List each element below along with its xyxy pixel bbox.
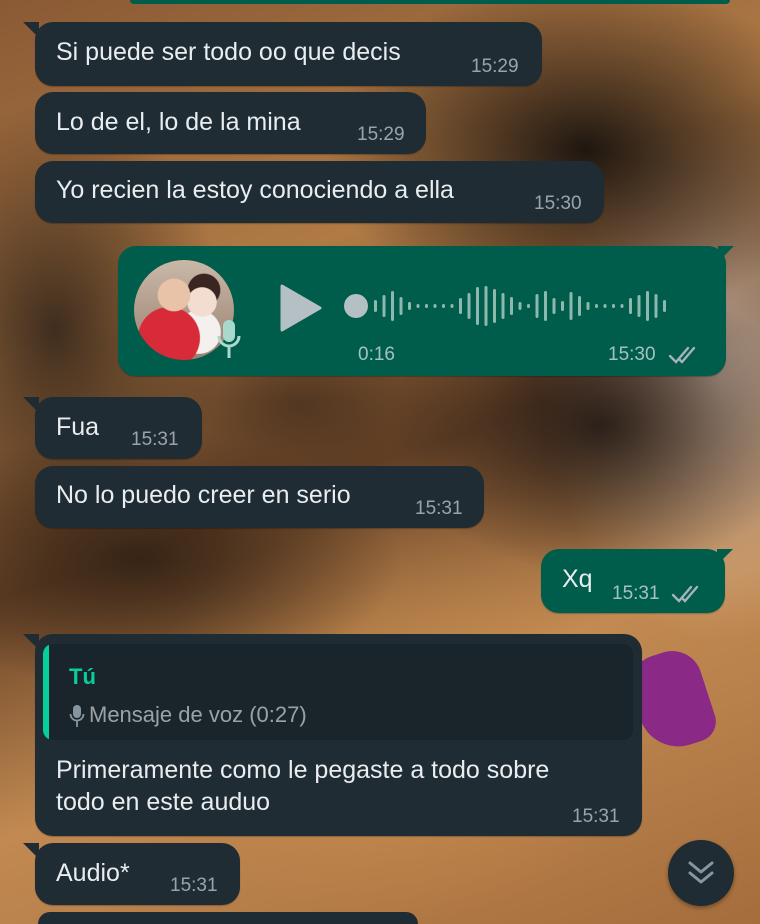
message-time: 15:30 bbox=[608, 344, 656, 365]
message-time: 15:30 bbox=[534, 193, 582, 214]
message-incoming[interactable]: Si puede ser todo oo que decis 15:29 bbox=[23, 22, 542, 86]
message-incoming[interactable]: Audio* 15:31 bbox=[23, 843, 240, 905]
microphone-icon bbox=[69, 704, 85, 733]
bubble-tail bbox=[23, 634, 39, 650]
chevron-double-down-icon bbox=[688, 861, 714, 884]
message-time: 15:31 bbox=[170, 875, 218, 896]
message-reply-incoming[interactable]: Tú Mensaje de voz (0:27) Primeramente co… bbox=[23, 634, 642, 836]
message-outgoing[interactable]: Xq 15:31 bbox=[541, 549, 733, 613]
message-text: Audio* bbox=[56, 859, 130, 887]
message-incoming[interactable]: Yo recien la estoy conociendo a ella 15:… bbox=[35, 161, 604, 223]
play-icon[interactable] bbox=[278, 284, 322, 337]
bubble-tail bbox=[718, 246, 734, 262]
double-check-icon bbox=[671, 585, 699, 603]
double-check-icon bbox=[668, 346, 696, 364]
bubble-tail bbox=[23, 22, 39, 38]
voice-scrubber-handle[interactable] bbox=[344, 294, 368, 318]
quoted-message[interactable]: Tú Mensaje de voz (0:27) bbox=[43, 644, 633, 740]
quoted-author: Tú bbox=[69, 664, 96, 689]
message-time: 15:31 bbox=[572, 806, 620, 827]
message-text: Yo recien la estoy conociendo a ella bbox=[56, 176, 454, 204]
message-time: 15:31 bbox=[612, 583, 660, 604]
message-text: No lo puedo creer en serio bbox=[56, 481, 351, 509]
voice-duration: 0:16 bbox=[358, 344, 395, 365]
scroll-to-bottom-button[interactable] bbox=[668, 840, 734, 906]
message-time: 15:31 bbox=[415, 498, 463, 519]
message-text: Xq bbox=[562, 565, 593, 593]
quote-accent-bar bbox=[43, 644, 49, 740]
message-text: Lo de el, lo de la mina bbox=[56, 108, 301, 136]
next-message-edge bbox=[38, 912, 418, 924]
message-text: Si puede ser todo oo que decis bbox=[56, 38, 401, 66]
bubble-tail bbox=[23, 397, 39, 413]
microphone-icon bbox=[216, 318, 242, 367]
message-incoming[interactable]: No lo puedo creer en serio 15:31 bbox=[35, 466, 484, 528]
message-incoming[interactable]: Fua 15:31 bbox=[23, 397, 202, 459]
message-time: 15:31 bbox=[131, 429, 179, 450]
message-time: 15:29 bbox=[471, 56, 519, 77]
previous-message-edge bbox=[130, 0, 730, 4]
bubble-tail bbox=[23, 843, 39, 859]
message-text: Fua bbox=[56, 413, 100, 441]
quoted-text: Mensaje de voz (0:27) bbox=[89, 702, 307, 727]
voice-message-outgoing[interactable]: 0:16 15:30 bbox=[118, 246, 734, 376]
message-text-line: todo en este auduo bbox=[56, 788, 271, 816]
voice-waveform[interactable] bbox=[372, 284, 692, 328]
message-text-line: Primeramente como le pegaste a todo sobr… bbox=[56, 756, 550, 784]
message-time: 15:29 bbox=[357, 124, 405, 145]
message-incoming[interactable]: Lo de el, lo de la mina 15:29 bbox=[35, 92, 426, 154]
bubble-tail bbox=[717, 549, 733, 565]
